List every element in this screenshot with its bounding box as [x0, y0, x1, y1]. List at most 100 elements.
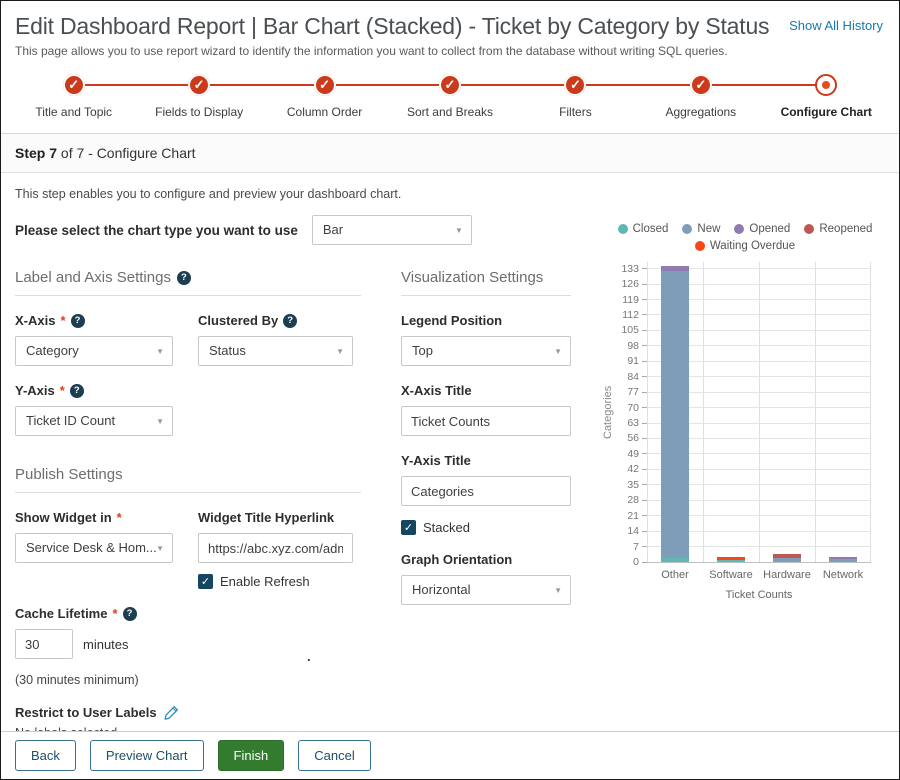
- required-asterisk: *: [60, 383, 65, 398]
- legend-item-waiting-overdue: Waiting Overdue: [695, 240, 795, 252]
- cancel-button[interactable]: Cancel: [298, 740, 370, 771]
- stacked-label: Stacked: [423, 520, 470, 535]
- finish-button[interactable]: Finish: [218, 740, 285, 771]
- y-tick-label: 35: [627, 479, 639, 491]
- help-icon[interactable]: [70, 384, 84, 398]
- graph-orientation-label: Graph Orientation: [401, 552, 571, 567]
- help-icon[interactable]: [283, 314, 297, 328]
- chart-x-axis-labels: OtherSoftwareHardwareNetwork: [647, 569, 871, 581]
- y-tick-label: 0: [633, 556, 639, 568]
- y-tick-label: 98: [627, 340, 639, 352]
- step-description: This step enables you to configure and p…: [1, 173, 899, 201]
- edit-pencil-icon[interactable]: [164, 705, 179, 720]
- legend-item-new: New: [682, 223, 720, 235]
- enable-refresh-label: Enable Refresh: [220, 574, 310, 589]
- y-axis-title-input[interactable]: [401, 476, 571, 506]
- required-asterisk: *: [60, 313, 65, 328]
- cache-lifetime-label: Cache Lifetime *: [15, 606, 361, 621]
- completed-check-icon[interactable]: [314, 74, 336, 96]
- chart-type-value: Bar: [323, 222, 343, 237]
- y-tick-label: 49: [627, 448, 639, 460]
- help-icon[interactable]: [177, 271, 191, 285]
- legend-label: New: [697, 223, 720, 235]
- label-axis-settings-title: Label and Axis Settings: [15, 269, 171, 286]
- cache-lifetime-unit: minutes: [83, 637, 129, 652]
- current-step-icon[interactable]: [815, 74, 837, 96]
- stepper-step-aggregations[interactable]: Aggregations: [638, 74, 763, 119]
- y-tick-label: 126: [621, 278, 639, 290]
- bar-segment-waiting-overdue-software: [717, 557, 745, 560]
- legend-item-closed: Closed: [618, 223, 669, 235]
- clustered-by-select[interactable]: Status: [198, 336, 353, 366]
- show-widget-in-select[interactable]: Service Desk & Hom...: [15, 533, 173, 563]
- legend-position-select[interactable]: Top: [401, 336, 571, 366]
- y-tick-label: 70: [627, 402, 639, 414]
- visualization-settings-heading: Visualization Settings: [401, 269, 571, 296]
- graph-orientation-select[interactable]: Horizontal: [401, 575, 571, 605]
- stepper-step-label: Aggregations: [638, 105, 763, 119]
- stepper-step-sort-and-breaks[interactable]: Sort and Breaks: [387, 74, 512, 119]
- restrict-user-labels-label: Restrict to User Labels: [15, 705, 361, 720]
- completed-check-icon[interactable]: [63, 74, 85, 96]
- stepper-step-label: Fields to Display: [136, 105, 261, 119]
- legend-color-dot: [682, 224, 692, 234]
- chart-type-select[interactable]: Bar: [312, 215, 472, 245]
- y-tick-label: 112: [622, 309, 639, 321]
- x-axis-select[interactable]: Category: [15, 336, 173, 366]
- completed-check-icon[interactable]: [439, 74, 461, 96]
- x-category-label: Software: [703, 569, 759, 581]
- chart-y-axis-ticks: 0714212835424956637077849198105112119126…: [615, 262, 647, 562]
- step-heading-rest: of 7 - Configure Chart: [57, 145, 196, 161]
- stacked-checkbox-row[interactable]: Stacked: [401, 520, 571, 535]
- stepper-step-title-and-topic[interactable]: Title and Topic: [11, 74, 136, 119]
- completed-check-icon[interactable]: [690, 74, 712, 96]
- bar-segment-closed-other: [661, 558, 689, 562]
- x-category-label: Network: [815, 569, 871, 581]
- page-subtitle: This page allows you to use report wizar…: [15, 44, 883, 58]
- y-tick-label: 84: [627, 371, 639, 383]
- bar-segment-closed-software: [717, 560, 745, 562]
- stepper-step-fields-to-display[interactable]: Fields to Display: [136, 74, 261, 119]
- legend-color-dot: [804, 224, 814, 234]
- y-tick-label: 28: [627, 494, 639, 506]
- stacked-checkbox[interactable]: [401, 520, 416, 535]
- stepper-step-column-order[interactable]: Column Order: [262, 74, 387, 119]
- legend-label: Opened: [749, 223, 790, 235]
- required-asterisk: *: [112, 606, 117, 621]
- v-gridline: [759, 262, 760, 562]
- help-icon[interactable]: [71, 314, 85, 328]
- stepper-step-configure-chart[interactable]: Configure Chart: [764, 74, 889, 119]
- completed-check-icon[interactable]: [564, 74, 586, 96]
- x-category-label: Other: [647, 569, 703, 581]
- y-axis-select[interactable]: Ticket ID Count: [15, 406, 173, 436]
- step-number: Step 7: [15, 145, 57, 161]
- edit-dashboard-report-page: Edit Dashboard Report | Bar Chart (Stack…: [0, 0, 900, 780]
- preview-chart-button[interactable]: Preview Chart: [90, 740, 204, 771]
- completed-check-icon[interactable]: [188, 74, 210, 96]
- legend-position-label: Legend Position: [401, 313, 571, 328]
- label-axis-settings-heading: Label and Axis Settings: [15, 269, 361, 296]
- y-axis-label: Y-Axis *: [15, 383, 173, 398]
- x-axis-title-input[interactable]: [401, 406, 571, 436]
- cache-lifetime-input[interactable]: [15, 629, 73, 659]
- page-header: Edit Dashboard Report | Bar Chart (Stack…: [1, 1, 899, 58]
- bar-segment-opened-network: [829, 557, 857, 559]
- stepper-step-label: Column Order: [262, 105, 387, 119]
- chart-x-axis-title: Ticket Counts: [647, 589, 871, 601]
- show-all-history-link[interactable]: Show All History: [789, 18, 883, 33]
- bar-segment-opened-other: [661, 266, 689, 270]
- enable-refresh-checkbox-row[interactable]: Enable Refresh: [198, 574, 353, 589]
- y-tick-label: 91: [627, 355, 639, 367]
- bar-segment-new-hardware: [773, 558, 801, 562]
- x-axis-label: X-Axis *: [15, 313, 173, 328]
- widget-title-hyperlink-input[interactable]: [198, 533, 353, 563]
- y-tick-label: 105: [621, 324, 639, 336]
- y-tick-label: 133: [621, 263, 639, 275]
- chart-type-row: Please select the chart type you want to…: [15, 215, 595, 245]
- help-icon[interactable]: [123, 607, 137, 621]
- chart-plot-area: [647, 262, 871, 562]
- enable-refresh-checkbox[interactable]: [198, 574, 213, 589]
- stray-period: .: [307, 649, 311, 664]
- back-button[interactable]: Back: [15, 740, 76, 771]
- stepper-step-filters[interactable]: Filters: [513, 74, 638, 119]
